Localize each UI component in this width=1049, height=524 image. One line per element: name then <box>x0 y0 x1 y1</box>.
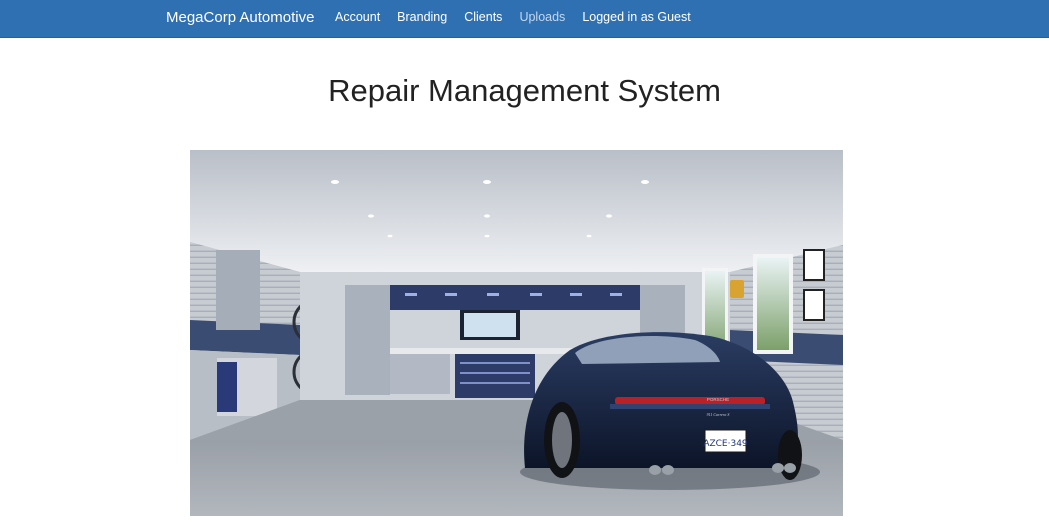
nav-link-clients[interactable]: Clients <box>464 10 502 24</box>
nav-link-account[interactable]: Account <box>335 10 380 24</box>
page-title: Repair Management System <box>328 73 721 108</box>
brand-link[interactable]: MegaCorp Automotive <box>166 9 314 26</box>
nav-link-branding[interactable]: Branding <box>397 10 447 24</box>
ceiling <box>190 150 843 272</box>
left-cabinet <box>216 250 260 330</box>
rear-badge-text: PORSCHE <box>707 397 729 402</box>
model-badge-text: 911 Carrera S <box>707 412 730 417</box>
nav-links: Account Branding Clients Uploads Logged … <box>335 10 691 24</box>
nav-link-uploads[interactable]: Uploads <box>519 10 565 24</box>
garage-hero-image: AZCE·349 PORSCHE 911 Carrera S <box>190 150 843 516</box>
top-navbar: MegaCorp Automotive Account Branding Cli… <box>0 0 1049 38</box>
login-status-text: Logged in as Guest <box>582 10 691 24</box>
license-plate-text: AZCE·349 <box>703 439 748 449</box>
